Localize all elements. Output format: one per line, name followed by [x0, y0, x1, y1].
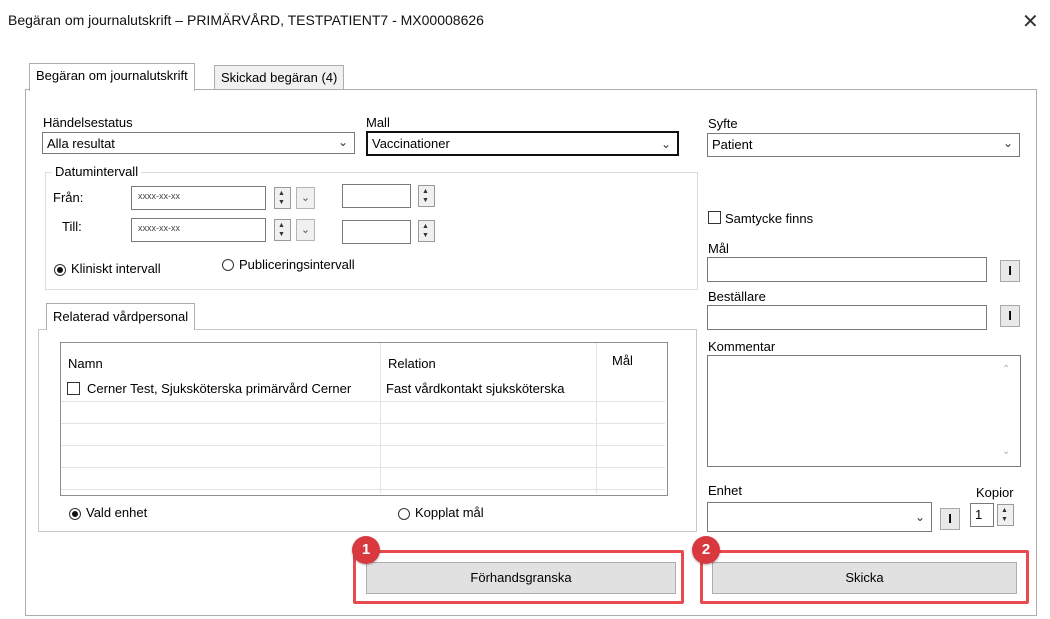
from-date-spinner[interactable]: ▲ ▼	[274, 187, 291, 209]
scroll-down-icon[interactable]: ⌄	[1002, 446, 1010, 457]
comment-textarea[interactable]: ⌃ ⌄	[707, 355, 1021, 467]
goal-field[interactable]	[707, 257, 987, 282]
callout-marker-1: 1	[352, 536, 380, 564]
copies-value: 1	[975, 507, 983, 522]
copies-spinner[interactable]: ▲ ▼	[997, 504, 1014, 526]
purpose-select[interactable]: Patient ⌄	[707, 133, 1020, 157]
clinical-interval-label: Kliniskt intervall	[71, 261, 161, 276]
from-time-field[interactable]	[342, 184, 411, 208]
from-date-field[interactable]: xxxx-xx-xx	[131, 186, 266, 210]
personnel-table: Namn Relation Mål Cerner Test, Sjuksköte…	[60, 342, 668, 496]
row-relation: Fast vårdkontakt sjuksköterska	[386, 381, 565, 396]
callout-marker-2: 2	[692, 536, 720, 564]
chevron-down-icon: ⌄	[660, 137, 671, 151]
to-date-field[interactable]: xxxx-xx-xx	[131, 218, 266, 242]
to-label: Till:	[62, 219, 82, 234]
linked-goal-label: Kopplat mål	[415, 505, 484, 520]
copies-field[interactable]: 1	[970, 503, 994, 527]
row-name: Cerner Test, Sjuksköterska primärvård Ce…	[87, 381, 352, 396]
status-value: Alla resultat	[47, 136, 115, 151]
spin-down-icon: ▼	[422, 232, 429, 239]
column-header-name[interactable]: Namn	[68, 356, 103, 371]
from-date-calendar-button[interactable]: ⌄	[296, 187, 315, 209]
spin-down-icon: ▼	[278, 231, 285, 238]
unit-select[interactable]: ⌄	[707, 502, 932, 532]
chevron-down-icon: ⌄	[914, 510, 925, 524]
unit-label: Enhet	[708, 483, 742, 498]
row-checkbox[interactable]	[67, 382, 80, 395]
template-select[interactable]: Vaccinationer ⌄	[366, 131, 679, 156]
purpose-label: Syfte	[708, 116, 738, 131]
chevron-down-icon: ⌄	[1002, 136, 1013, 150]
radio-clinical-interval[interactable]	[54, 264, 66, 276]
tab-related-personnel[interactable]: Relaterad vårdpersonal	[46, 303, 196, 330]
from-label: Från:	[53, 190, 84, 205]
orderer-lookup-button[interactable]: I	[1000, 305, 1020, 327]
chevron-down-icon: ⌄	[300, 224, 311, 236]
copies-label: Kopior	[976, 485, 1014, 500]
spin-down-icon: ▼	[422, 197, 429, 204]
goal-label: Mål	[708, 241, 729, 256]
radio-selected-unit[interactable]	[69, 508, 81, 520]
to-date-calendar-button[interactable]: ⌄	[296, 219, 315, 241]
consent-label: Samtycke finns	[725, 211, 814, 226]
template-label: Mall	[366, 115, 390, 130]
chevron-down-icon: ⌄	[337, 135, 348, 149]
radio-published-interval[interactable]	[222, 259, 234, 271]
spin-up-icon: ▲	[278, 222, 285, 229]
table-row[interactable]: Cerner Test, Sjuksköterska primärvård Ce…	[61, 377, 665, 401]
chevron-down-icon: ⌄	[300, 192, 311, 204]
status-select[interactable]: Alla resultat ⌄	[42, 132, 355, 154]
published-interval-label: Publiceringsintervall	[239, 257, 355, 272]
to-time-field[interactable]	[342, 220, 411, 244]
to-date-value: xxxx-xx-xx	[138, 223, 180, 233]
consent-checkbox[interactable]	[708, 211, 721, 224]
spin-up-icon: ▲	[422, 188, 429, 195]
orderer-field[interactable]	[707, 305, 987, 330]
purpose-value: Patient	[712, 137, 753, 152]
spin-down-icon: ▼	[1001, 516, 1008, 523]
orderer-label: Beställare	[708, 289, 766, 304]
radio-linked-goal[interactable]	[398, 508, 410, 520]
spin-up-icon: ▲	[1001, 507, 1008, 514]
preview-highlight	[353, 550, 684, 604]
status-label: Händelsestatus	[43, 115, 133, 130]
column-header-goal[interactable]: Mål	[612, 353, 633, 368]
send-highlight	[700, 550, 1029, 604]
template-value: Vaccinationer	[372, 136, 450, 151]
comment-label: Kommentar	[708, 339, 776, 354]
unit-lookup-button[interactable]: I	[940, 508, 960, 530]
to-time-spinner[interactable]: ▲ ▼	[418, 220, 435, 242]
from-date-value: xxxx-xx-xx	[138, 191, 180, 201]
spin-up-icon: ▲	[278, 190, 285, 197]
scroll-up-icon[interactable]: ⌃	[1002, 364, 1010, 375]
goal-lookup-button[interactable]: I	[1000, 260, 1020, 282]
spin-down-icon: ▼	[278, 199, 285, 206]
to-date-spinner[interactable]: ▲ ▼	[274, 219, 291, 241]
column-header-relation[interactable]: Relation	[388, 356, 436, 371]
date-range-label: Datumintervall	[52, 164, 142, 179]
spin-up-icon: ▲	[422, 223, 429, 230]
from-time-spinner[interactable]: ▲ ▼	[418, 185, 435, 207]
selected-unit-label: Vald enhet	[86, 505, 148, 520]
